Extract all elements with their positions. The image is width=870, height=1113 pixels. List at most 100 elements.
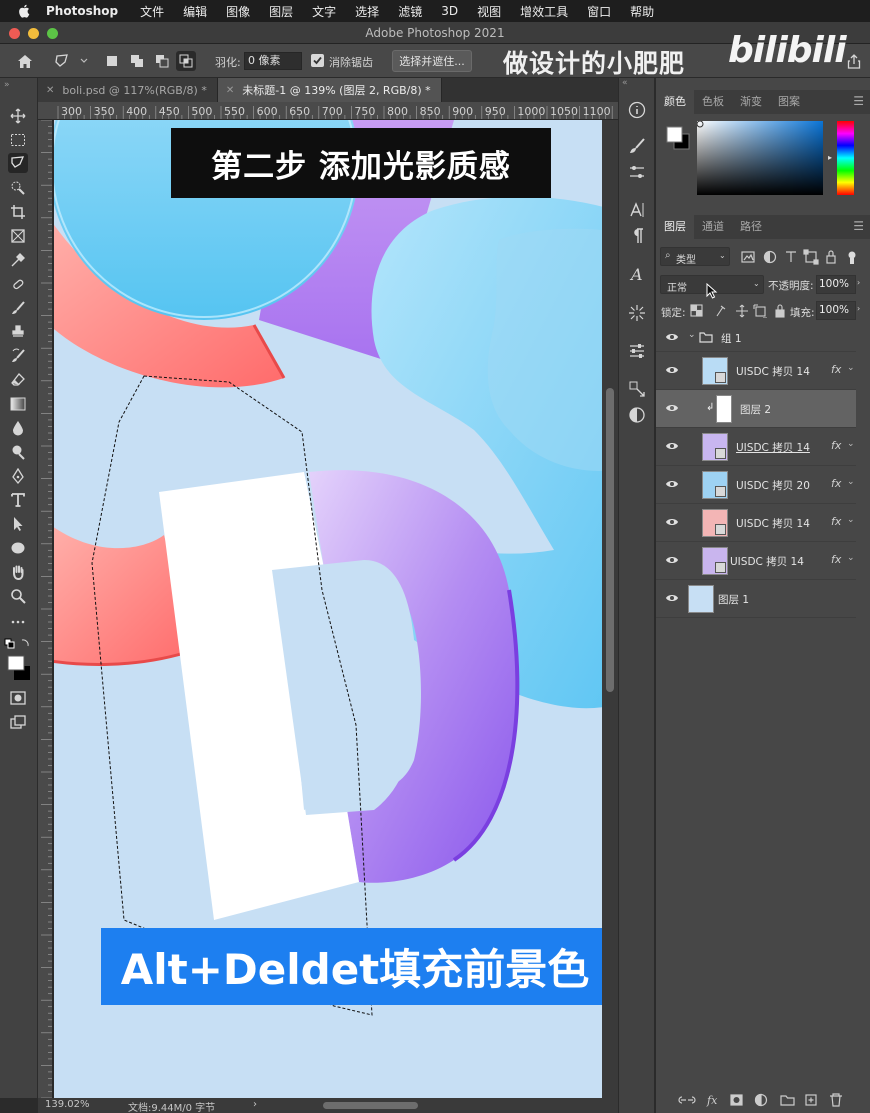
zoom-icon[interactable] bbox=[8, 586, 28, 606]
menu-3d[interactable]: 3D bbox=[441, 4, 458, 18]
character-icon[interactable] bbox=[627, 200, 647, 220]
tab-color[interactable]: 颜色 bbox=[656, 90, 694, 114]
menu-plugins[interactable]: 增效工具 bbox=[520, 3, 568, 20]
layer-row[interactable]: UISDC 拷贝 20 fx ⌄ bbox=[656, 466, 856, 504]
layer-row[interactable]: UISDC 拷贝 14 fx ⌄ bbox=[656, 504, 856, 542]
visibility-eye-icon[interactable] bbox=[665, 440, 679, 452]
pen-icon[interactable] bbox=[8, 466, 28, 486]
lock-icons[interactable] bbox=[690, 304, 788, 319]
marquee-icon[interactable] bbox=[8, 130, 28, 150]
panel-menu-icon[interactable]: ☰ bbox=[853, 219, 864, 233]
fx-icon[interactable]: fx bbox=[831, 439, 841, 452]
chevron-down-icon[interactable]: ⌄ bbox=[847, 553, 855, 563]
tab-patterns[interactable]: 图案 bbox=[770, 90, 808, 114]
layer-row[interactable]: UISDC 拷贝 14 fx ⌄ bbox=[656, 428, 856, 466]
glyphs-icon[interactable]: A bbox=[627, 264, 647, 284]
close-tab-icon[interactable]: ✕ bbox=[46, 85, 54, 96]
layer-row[interactable]: 图层 1 bbox=[656, 580, 856, 618]
layer-row[interactable]: UISDC 拷贝 14 fx ⌄ bbox=[656, 352, 856, 390]
visibility-eye-icon[interactable] bbox=[665, 592, 679, 604]
stamp-icon[interactable] bbox=[8, 322, 28, 342]
visibility-eye-icon[interactable] bbox=[665, 516, 679, 528]
add-selection-icon[interactable] bbox=[128, 53, 146, 69]
brush-settings-icon[interactable] bbox=[627, 136, 647, 156]
chevron-down-icon[interactable]: ⌄ bbox=[847, 363, 855, 373]
actions-icon[interactable] bbox=[627, 379, 647, 399]
tab-paths[interactable]: 路径 bbox=[732, 215, 770, 239]
polygonal-lasso-icon[interactable] bbox=[8, 153, 28, 173]
menu-layer[interactable]: 图层 bbox=[269, 3, 293, 20]
fx-icon[interactable]: fx bbox=[831, 477, 841, 490]
paragraph-icon[interactable] bbox=[627, 226, 647, 246]
fx-icon[interactable]: fx bbox=[831, 363, 841, 376]
path-select-icon[interactable] bbox=[8, 514, 28, 534]
document-canvas[interactable]: 第二步 添加光影质感 Alt+Deldet填充前景色 bbox=[54, 120, 602, 1098]
chevron-down-icon[interactable]: ⌄ bbox=[847, 477, 855, 487]
light-burst-icon[interactable] bbox=[627, 303, 647, 323]
frame-icon[interactable] bbox=[8, 226, 28, 246]
menu-help[interactable]: 帮助 bbox=[630, 3, 654, 20]
properties-icon[interactable] bbox=[627, 341, 647, 361]
gradient-icon[interactable] bbox=[8, 394, 28, 414]
healing-brush-icon[interactable] bbox=[8, 274, 28, 294]
fill-input[interactable]: 100% bbox=[816, 301, 856, 320]
fg-bg-color-icon[interactable] bbox=[666, 126, 690, 150]
collapse-arrows-icon[interactable]: » bbox=[4, 80, 10, 90]
close-tab-icon[interactable]: ✕ bbox=[226, 85, 234, 96]
tab-boli[interactable]: ✕ boli.psd @ 117%(RGB/8) * bbox=[38, 78, 218, 102]
visibility-eye-icon[interactable] bbox=[665, 364, 679, 376]
move-icon[interactable] bbox=[8, 106, 28, 126]
feather-input[interactable]: 0 像素 bbox=[244, 52, 302, 70]
menu-select[interactable]: 选择 bbox=[355, 3, 379, 20]
menu-window[interactable]: 窗口 bbox=[587, 3, 611, 20]
tab-gradients[interactable]: 渐变 bbox=[732, 90, 770, 114]
type-icon[interactable] bbox=[8, 490, 28, 510]
quick-select-icon[interactable] bbox=[8, 178, 28, 198]
chevron-down-icon[interactable]: ⌄ bbox=[847, 515, 855, 525]
blur-icon[interactable] bbox=[8, 418, 28, 438]
history-brush-icon[interactable] bbox=[8, 346, 28, 366]
home-icon[interactable] bbox=[14, 52, 36, 70]
select-and-mask-button[interactable]: 选择并遮住... bbox=[392, 50, 472, 72]
menu-image[interactable]: 图像 bbox=[226, 3, 250, 20]
new-selection-icon[interactable] bbox=[104, 53, 120, 69]
horizontal-scrollbar-thumb[interactable] bbox=[323, 1102, 418, 1109]
layer-filter-select[interactable]: ⌕ 类型 ⌄ bbox=[660, 247, 730, 266]
visibility-eye-icon[interactable] bbox=[665, 331, 679, 343]
chevron-down-icon[interactable]: › bbox=[857, 278, 860, 287]
panel-menu-icon[interactable]: ☰ bbox=[853, 94, 864, 108]
tab-layers[interactable]: 图层 bbox=[656, 215, 694, 239]
canvas-vertical-scrollbar[interactable] bbox=[602, 120, 618, 1098]
status-menu-arrow[interactable]: › bbox=[253, 1099, 257, 1110]
tab-untitled[interactable]: ✕ 未标题-1 @ 139% (图层 2, RGB/8) * bbox=[217, 78, 442, 102]
more-icon[interactable] bbox=[8, 612, 28, 632]
dodge-icon[interactable] bbox=[8, 442, 28, 462]
scrollbar-thumb[interactable] bbox=[606, 388, 614, 692]
visibility-eye-icon[interactable] bbox=[665, 478, 679, 490]
subtract-selection-icon[interactable] bbox=[153, 53, 171, 69]
screen-mode-icon[interactable] bbox=[8, 712, 28, 732]
ellipse-icon[interactable] bbox=[8, 538, 28, 558]
antialias-checkbox[interactable] bbox=[311, 54, 324, 67]
tab-swatches[interactable]: 色板 bbox=[694, 90, 732, 114]
menu-edit[interactable]: 编辑 bbox=[183, 3, 207, 20]
menu-type[interactable]: 文字 bbox=[312, 3, 336, 20]
chevron-down-icon[interactable]: ⌄ bbox=[847, 439, 855, 449]
hand-icon[interactable] bbox=[8, 562, 28, 582]
menu-filter[interactable]: 滤镜 bbox=[398, 3, 422, 20]
menu-file[interactable]: 文件 bbox=[140, 3, 164, 20]
chevron-down-icon[interactable]: ⌄ bbox=[688, 330, 696, 340]
fx-icon[interactable]: fx bbox=[831, 553, 841, 566]
chevron-down-icon[interactable]: › bbox=[857, 304, 860, 313]
lasso-preset-icon[interactable] bbox=[52, 52, 90, 70]
collapse-arrows-icon[interactable]: « bbox=[622, 78, 628, 88]
color-swatch-icon[interactable] bbox=[4, 638, 36, 682]
visibility-eye-icon[interactable] bbox=[665, 402, 679, 414]
layer-row[interactable]: ↲ 图层 2 bbox=[656, 390, 856, 428]
tab-channels[interactable]: 通道 bbox=[694, 215, 732, 239]
opacity-input[interactable]: 100% bbox=[816, 275, 856, 294]
adjustments-icon[interactable] bbox=[627, 405, 647, 425]
menu-photoshop[interactable]: Photoshop bbox=[46, 4, 118, 18]
brush-icon[interactable] bbox=[8, 298, 28, 318]
layer-row[interactable]: UISDC 拷贝 14 fx ⌄ bbox=[656, 542, 856, 580]
